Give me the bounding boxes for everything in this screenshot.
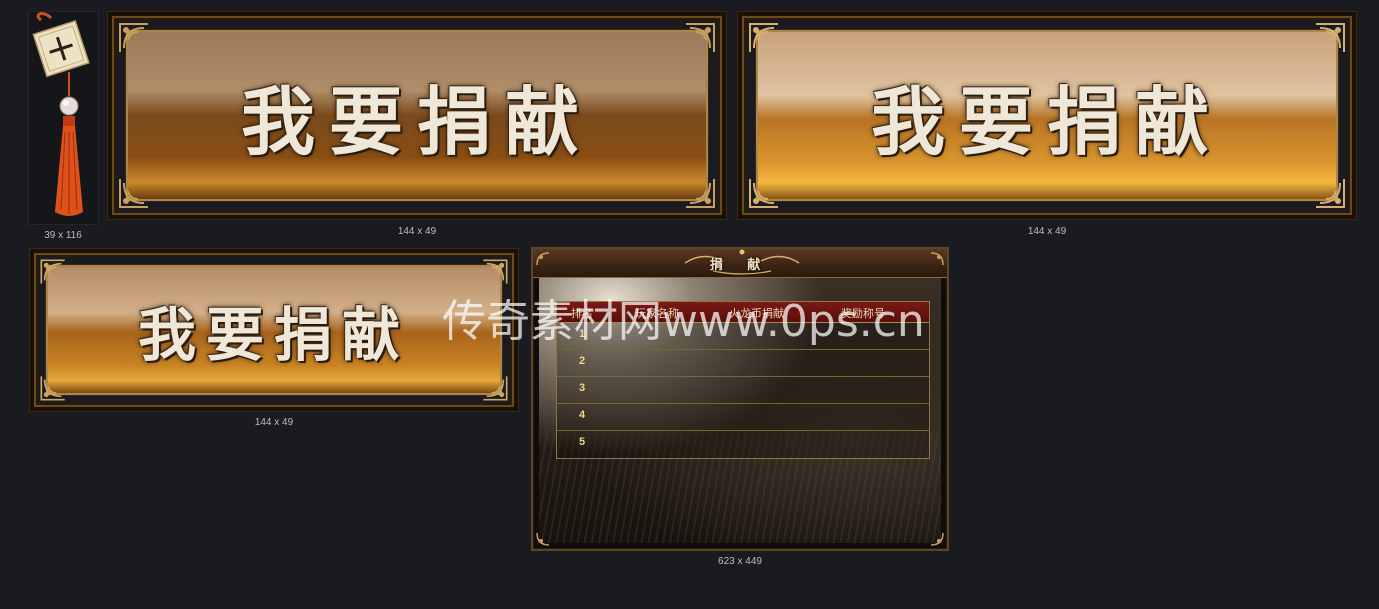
corner-ornament-icon	[686, 23, 715, 52]
corner-ornament-icon	[119, 179, 148, 208]
table-row: 2	[557, 349, 929, 377]
rank-number: 2	[579, 355, 586, 367]
table-row: 4	[557, 403, 929, 431]
size-label: 144 x 49	[1027, 226, 1067, 237]
corner-ornament-icon	[536, 252, 550, 266]
size-label: 623 x 449	[718, 556, 762, 567]
ranking-table: 排名 玩家名称 火龙币捐献 奖励称号 1 2 3 4 5	[556, 301, 930, 459]
panel-header: 捐 献	[533, 249, 947, 278]
column-header-title: 奖励称号	[841, 307, 885, 320]
size-label: 144 x 49	[397, 226, 437, 237]
corner-ornament-icon	[686, 179, 715, 208]
rank-number: 1	[579, 328, 586, 340]
button-label: 我要捐献	[871, 79, 1223, 165]
button-label: 我要捐献	[241, 79, 593, 165]
panel-title: 捐 献	[709, 258, 771, 273]
rank-number: 5	[579, 436, 586, 448]
corner-ornament-icon	[483, 259, 508, 284]
button-label: 我要捐献	[137, 301, 410, 369]
tassel-icon	[32, 12, 90, 216]
table-header: 排名 玩家名称 火龙币捐献 奖励称号	[557, 302, 929, 323]
corner-ornament-icon	[1316, 179, 1345, 208]
corner-ornament-icon	[40, 376, 65, 401]
column-header-rank: 排名	[571, 307, 593, 320]
table-row: 1	[557, 322, 929, 350]
donate-button-hover[interactable]: 我要捐献	[738, 12, 1356, 219]
corner-ornament-icon	[930, 252, 944, 266]
corner-ornament-icon	[930, 532, 944, 546]
corner-ornament-icon	[483, 376, 508, 401]
size-label: 144 x 49	[254, 417, 294, 428]
table-row: 5	[557, 430, 929, 457]
corner-ornament-icon	[1316, 23, 1345, 52]
corner-ornament-icon	[749, 179, 778, 208]
rank-number: 4	[579, 409, 586, 421]
column-header-donation: 火龙币捐献	[729, 307, 784, 320]
size-label: 39 x 116	[44, 230, 82, 241]
rank-number: 3	[579, 382, 586, 394]
column-header-player: 玩家名称	[635, 307, 679, 320]
corner-ornament-icon	[536, 532, 550, 546]
donate-button-normal[interactable]: 我要捐献	[108, 12, 726, 219]
table-row: 3	[557, 376, 929, 404]
corner-ornament-icon	[40, 259, 65, 284]
donate-button-pressed[interactable]: 我要捐献	[30, 249, 518, 411]
donation-ranking-panel: 捐 献 排名 玩家名称 火龙币捐献 奖励称号 1 2 3 4 5	[531, 247, 949, 551]
corner-ornament-icon	[119, 23, 148, 52]
corner-ornament-icon	[749, 23, 778, 52]
tassel-asset	[28, 11, 99, 225]
